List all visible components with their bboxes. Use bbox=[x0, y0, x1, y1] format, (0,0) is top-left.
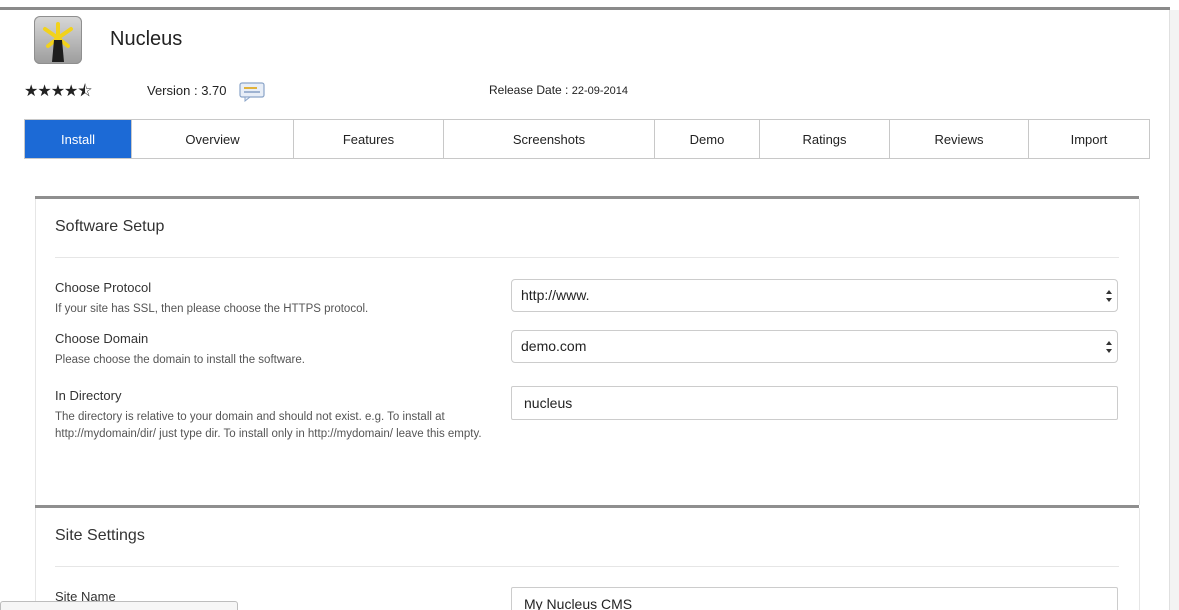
tab-screenshots[interactable]: Screenshots bbox=[444, 120, 655, 158]
select-arrows-icon bbox=[1106, 341, 1112, 353]
select-arrows-icon bbox=[1106, 290, 1112, 302]
domain-select-value: demo.com bbox=[521, 338, 587, 354]
release-date-value: 22-09-2014 bbox=[571, 85, 628, 97]
tab-demo[interactable]: Demo bbox=[655, 120, 760, 158]
rating-stars-icon: ★★★★⯪ bbox=[24, 81, 93, 100]
status-popup bbox=[0, 601, 238, 610]
app-title: Nucleus bbox=[110, 28, 183, 50]
directory-label: In Directory bbox=[55, 388, 122, 403]
top-divider bbox=[0, 7, 1170, 10]
window-scrollbar[interactable] bbox=[1169, 10, 1179, 610]
nucleus-logo-icon bbox=[34, 16, 82, 64]
domain-help: Please choose the domain to install the … bbox=[55, 354, 305, 366]
site-name-input[interactable]: My Nucleus CMS bbox=[511, 587, 1118, 610]
software-setup-divider bbox=[55, 257, 1119, 258]
directory-input[interactable]: nucleus bbox=[511, 386, 1118, 420]
version-info: Version : 3.70 bbox=[147, 83, 227, 98]
protocol-select-value: http://www. bbox=[521, 287, 590, 303]
release-date: Release Date : 22-09-2014 bbox=[489, 83, 628, 97]
tab-import[interactable]: Import bbox=[1029, 120, 1149, 158]
tab-overview[interactable]: Overview bbox=[132, 120, 294, 158]
tab-ratings[interactable]: Ratings bbox=[760, 120, 890, 158]
protocol-label: Choose Protocol bbox=[55, 280, 152, 295]
tab-bar: Install Overview Features Screenshots De… bbox=[24, 119, 1150, 159]
version-label: Version : bbox=[147, 83, 202, 98]
tab-reviews[interactable]: Reviews bbox=[890, 120, 1029, 158]
domain-label: Choose Domain bbox=[55, 331, 149, 346]
protocol-select[interactable]: http://www. bbox=[511, 279, 1118, 312]
version-value: 3.70 bbox=[201, 83, 227, 98]
site-settings-divider bbox=[55, 566, 1119, 567]
release-date-label: Release Date : bbox=[489, 83, 572, 97]
software-setup-title: Software Setup bbox=[55, 218, 165, 235]
tab-install[interactable]: Install bbox=[25, 120, 132, 158]
site-settings-title: Site Settings bbox=[55, 527, 145, 544]
comment-icon[interactable] bbox=[239, 82, 266, 107]
protocol-help: If your site has SSL, then please choose… bbox=[55, 303, 369, 315]
tab-features[interactable]: Features bbox=[294, 120, 444, 158]
directory-help: The directory is relative to your domain… bbox=[55, 411, 482, 440]
domain-select[interactable]: demo.com bbox=[511, 330, 1118, 363]
installer-page: Nucleus ★★★★⯪ Version : 3.70 Release Dat… bbox=[0, 0, 1179, 610]
